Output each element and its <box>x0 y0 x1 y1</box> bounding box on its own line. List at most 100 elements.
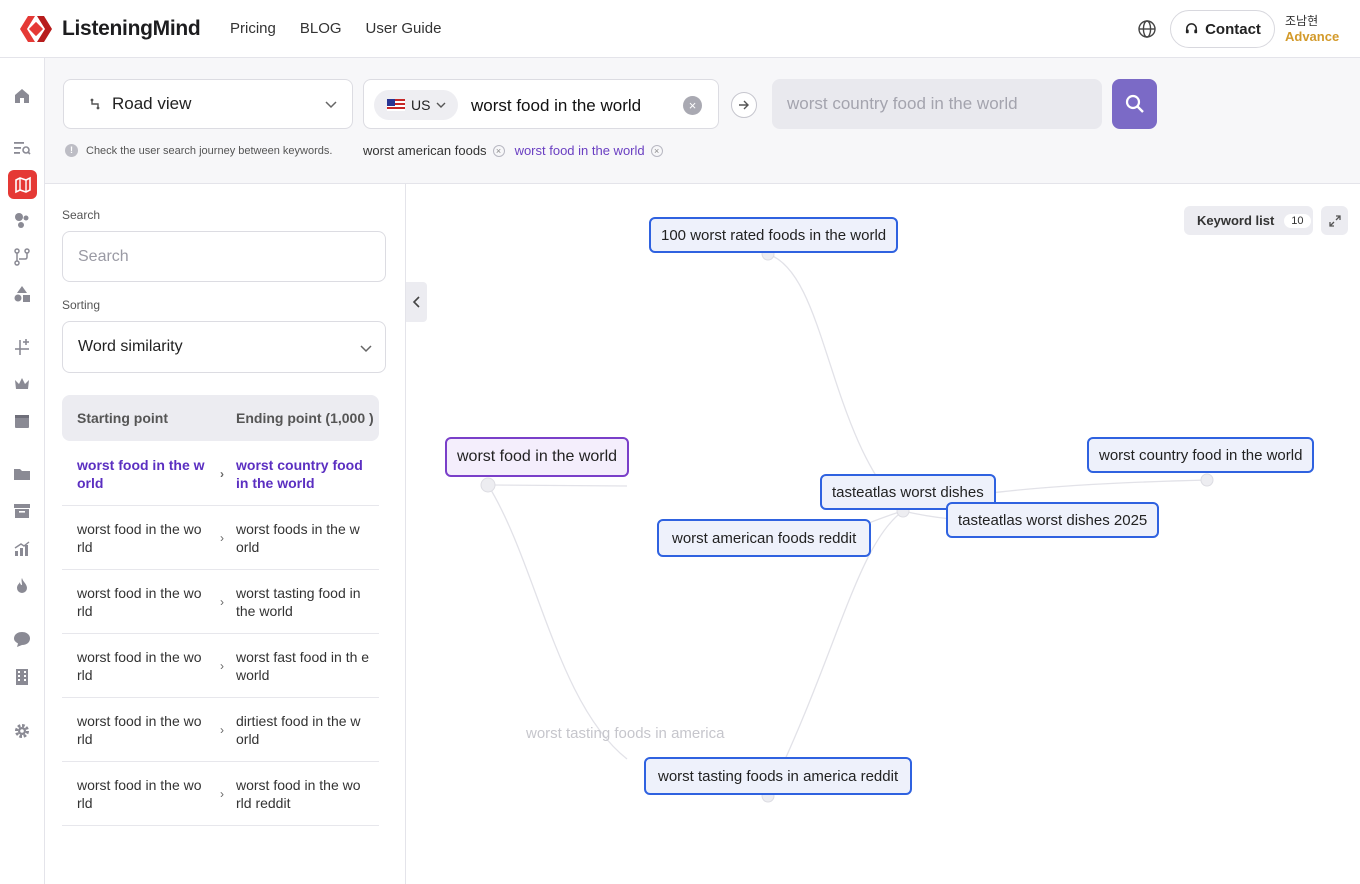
logo-text: ListeningMind <box>62 17 201 40</box>
user-plan-badge: Advance <box>1285 29 1340 44</box>
logo[interactable]: ListeningMind <box>18 14 201 44</box>
recent-chip-label: worst american foods <box>363 143 487 158</box>
collapse-panel-button[interactable] <box>406 282 427 322</box>
view-mode-label: Road view <box>112 94 192 113</box>
chevron-right-icon: › <box>220 659 224 673</box>
search-button[interactable] <box>1112 79 1157 129</box>
view-mode-select[interactable]: Road view <box>63 79 353 129</box>
list-search-icon[interactable] <box>11 137 33 159</box>
fire-icon[interactable] <box>11 575 33 597</box>
cluster-icon[interactable] <box>11 209 33 231</box>
table-row[interactable]: worst food in the w orld › worst country… <box>62 442 379 506</box>
clear-icon[interactable]: × <box>683 96 702 115</box>
recent-keyword-chips: worst american foods × worst food in the… <box>363 143 663 158</box>
graph-node-faded[interactable]: worst tasting foods in america <box>526 725 724 742</box>
sorting-select[interactable]: Word similarity <box>62 321 386 373</box>
map-icon[interactable] <box>8 170 37 199</box>
start-keyword-box: US worst food in the world × <box>363 79 719 129</box>
col-ending-point[interactable]: Ending point (1,000 ) <box>236 410 374 426</box>
row-end: worst food in the wo rld reddit <box>236 777 361 811</box>
chevron-down-icon <box>325 101 337 109</box>
table-row[interactable]: worst food in the wo rld › dirtiest food… <box>62 698 379 762</box>
hint-label: Check the user search journey between ke… <box>86 144 333 157</box>
info-icon: ! <box>65 144 78 157</box>
graph-node-start[interactable]: worst food in the world <box>445 437 630 477</box>
graph-node[interactable]: worst tasting foods in america reddit <box>644 757 913 795</box>
chevron-right-icon: › <box>220 467 224 481</box>
main-nav: Pricing BLOG User Guide <box>230 20 441 37</box>
start-keyword-input[interactable]: worst food in the world <box>471 96 641 116</box>
home-icon[interactable] <box>11 85 33 107</box>
archive-icon[interactable] <box>11 500 33 522</box>
user-info[interactable]: 조남현 Advance <box>1285 13 1339 45</box>
globe-icon[interactable] <box>1137 19 1157 39</box>
row-end: worst foods in the w orld <box>236 521 360 555</box>
contact-label: Contact <box>1205 20 1261 38</box>
recent-chip-active[interactable]: worst food in the world × <box>515 143 663 158</box>
arrow-right-icon <box>739 100 749 110</box>
route-toolbar: Road view US worst food in the world × w… <box>45 58 1360 184</box>
chat-icon[interactable] <box>11 628 33 650</box>
contact-button[interactable]: Contact <box>1170 10 1275 48</box>
search-label: Search <box>62 208 101 222</box>
nav-user-guide[interactable]: User Guide <box>366 20 442 37</box>
chevron-left-icon <box>412 296 420 308</box>
calendar-icon[interactable] <box>11 410 33 432</box>
route-list-panel: Search Search Sorting Word similarity St… <box>45 184 406 884</box>
building-icon[interactable] <box>11 666 33 688</box>
chevron-right-icon: › <box>220 723 224 737</box>
table-row[interactable]: worst food in the wo rld › worst fast fo… <box>62 634 379 698</box>
graph-node[interactable]: tasteatlas worst dishes 2025 <box>946 502 1160 538</box>
row-start: worst food in the wo rld <box>77 649 202 683</box>
table-row[interactable]: worst food in the wo rld › worst tasting… <box>62 570 379 634</box>
expand-button[interactable] <box>1321 206 1348 235</box>
table-row[interactable]: worst food in the wo rld › worst foods i… <box>62 506 379 570</box>
table-row[interactable]: worst food in the wo rld › worst food in… <box>62 762 379 826</box>
keyword-list-button[interactable]: Keyword list 10 <box>1184 206 1313 235</box>
nav-pricing[interactable]: Pricing <box>230 20 276 37</box>
recent-chip[interactable]: worst american foods × <box>363 143 505 158</box>
col-starting-point: Starting point <box>77 410 168 426</box>
sidebar <box>0 58 45 884</box>
row-end: dirtiest food in the w orld <box>236 713 361 747</box>
gear-icon[interactable] <box>11 720 33 742</box>
panel-search-input[interactable]: Search <box>62 231 386 282</box>
graph-node[interactable]: worst american foods reddit <box>657 519 872 557</box>
shapes-icon[interactable] <box>11 283 33 305</box>
recent-chip-label: worst food in the world <box>514 143 645 158</box>
row-end: worst fast food in th e world <box>236 649 370 683</box>
graph-node[interactable]: 100 worst rated foods in the world <box>649 217 899 253</box>
chevron-right-icon: › <box>220 531 224 545</box>
row-end: worst country food in the world <box>236 457 363 491</box>
search-icon <box>1125 94 1144 113</box>
route-icon <box>90 98 100 110</box>
keyword-list-label: Keyword list <box>1197 213 1275 228</box>
folder-icon[interactable] <box>11 463 33 485</box>
chart-plus-icon[interactable] <box>11 336 33 358</box>
row-start: worst food in the wo rld <box>77 585 202 619</box>
row-start: worst food in the wo rld <box>77 521 202 555</box>
logo-mark-icon <box>20 16 52 42</box>
crown-icon[interactable] <box>11 373 33 395</box>
hint-text: ! Check the user search journey between … <box>65 144 332 157</box>
close-icon[interactable]: × <box>492 144 505 157</box>
bar-chart-icon[interactable] <box>11 538 33 560</box>
nav-blog[interactable]: BLOG <box>300 20 342 37</box>
close-icon[interactable]: × <box>650 144 663 157</box>
row-end: worst tasting food in the world <box>236 585 361 619</box>
headset-icon <box>1185 22 1198 33</box>
end-keyword-input[interactable]: worst country food in the world <box>772 79 1102 129</box>
graph-node-end[interactable]: worst country food in the world <box>1087 437 1315 473</box>
country-select[interactable]: US <box>374 90 458 120</box>
chevron-down-icon <box>360 345 372 353</box>
us-flag-icon <box>387 99 405 111</box>
swap-arrow-button[interactable] <box>731 92 757 118</box>
route-table-header: Starting point Ending point (1,000 ) <box>62 395 379 441</box>
path-icon[interactable] <box>11 246 33 268</box>
chevron-right-icon: › <box>220 787 224 801</box>
top-bar: ListeningMind Pricing BLOG User Guide Co… <box>0 0 1360 58</box>
row-start: worst food in the wo rld <box>77 713 202 747</box>
expand-icon <box>1328 214 1341 227</box>
chevron-down-icon <box>436 102 446 108</box>
road-view-canvas[interactable]: 100 worst rated foods in the world worst… <box>407 184 1360 884</box>
